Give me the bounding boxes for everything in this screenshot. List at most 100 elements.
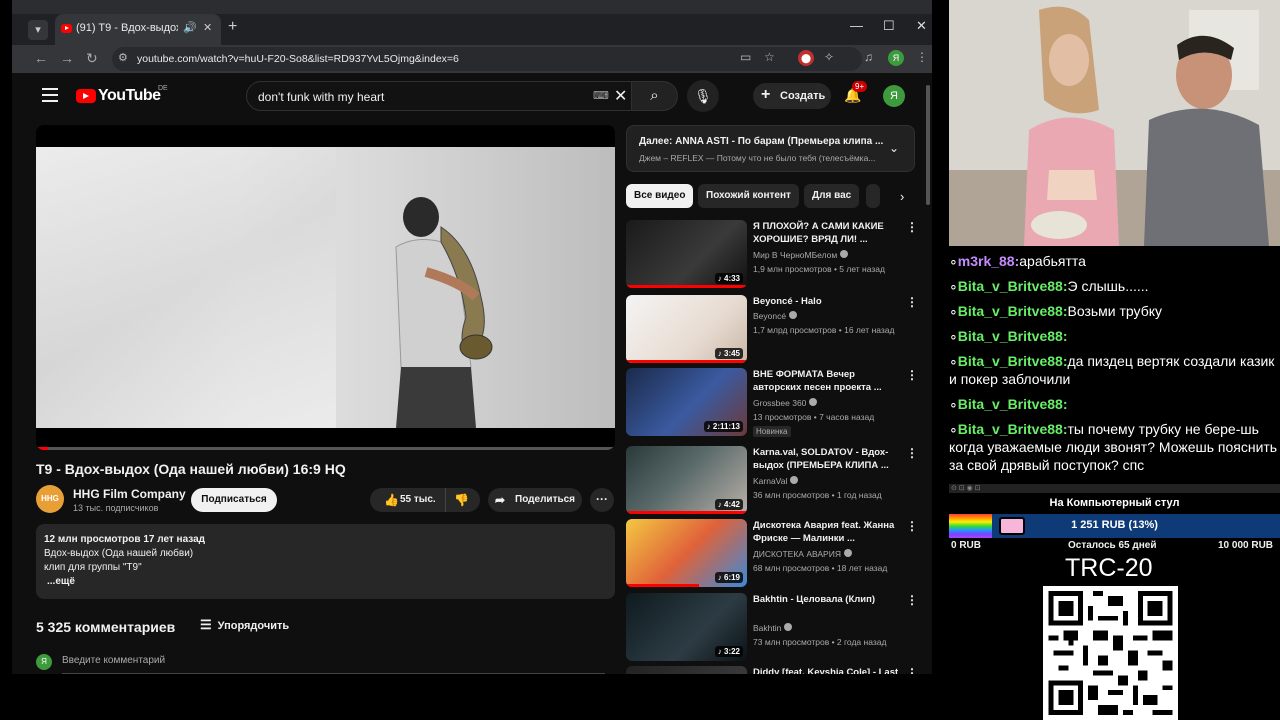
bookmark-star-icon[interactable]: ☆ xyxy=(764,50,775,64)
recommendation-channel[interactable]: ДИСКОТЕКА АВАРИЯ xyxy=(753,549,852,559)
account-avatar[interactable]: Я xyxy=(883,85,905,107)
recommendation-item[interactable]: ♪ 6:19 Дискотека Авария feat. Жанна Фриск… xyxy=(626,519,921,589)
sort-comments-button[interactable]: ☰ Упорядочить xyxy=(200,617,289,633)
forward-arrow-icon[interactable]: → xyxy=(60,50,74,66)
scrollbar[interactable] xyxy=(926,85,930,205)
chevron-right-icon[interactable]: › xyxy=(900,189,904,204)
recommendation-item[interactable]: ♪ 3:45 Beyoncé - Halo Beyoncé 1,7 млрд прос… xyxy=(626,295,921,365)
create-button[interactable]: + Создать xyxy=(753,83,831,109)
video-thumbnail[interactable]: ♪ 3:22 xyxy=(626,593,747,661)
recommendation-title[interactable]: Дискотека Авария feat. Жанна Фриске — Ма… xyxy=(753,519,903,545)
recommendation-title[interactable]: ВНЕ ФОРМАТА Вечер авторских песен проект… xyxy=(753,368,903,394)
maximize-button[interactable]: ☐ xyxy=(883,18,895,34)
video-thumbnail[interactable]: ♪ 3:45 xyxy=(626,295,747,363)
recommendation-item[interactable]: ♪ 2:11:13 ВНЕ ФОРМАТА Вечер авторских пес… xyxy=(626,368,921,438)
donation-amount: 1 251 RUB (13%) xyxy=(1071,519,1158,531)
comment-input[interactable]: Введите комментарий xyxy=(62,655,605,674)
more-options-icon[interactable]: ⋮ xyxy=(906,519,918,533)
like-button[interactable]: 👍 55 тыс. xyxy=(376,488,446,512)
browser-menu-icon[interactable]: ⋮ xyxy=(916,50,928,64)
chip-related[interactable]: Похожий контент xyxy=(698,184,799,208)
close-tab-icon[interactable]: ✕ xyxy=(203,21,212,34)
extension-icon[interactable]: ⬤ xyxy=(798,50,814,66)
recommendation-channel[interactable]: Grossbee 360 xyxy=(753,398,818,408)
video-thumbnail[interactable]: ♪ 4:42 xyxy=(626,446,747,514)
description-box[interactable]: 12 млн просмотров 17 лет назад Вдох-выдо… xyxy=(36,524,615,599)
video-progress-bar[interactable] xyxy=(36,447,615,450)
more-options-icon[interactable]: ⋮ xyxy=(906,368,918,382)
new-tab-button[interactable]: + xyxy=(228,18,237,36)
playlist-panel[interactable]: Далее: ANNA ASTI - По барам (Премьера кл… xyxy=(626,125,915,172)
chat-bullet-icon: ∘ xyxy=(949,303,958,319)
video-thumbnail[interactable] xyxy=(626,666,747,674)
more-options-icon[interactable]: ⋮ xyxy=(906,666,918,674)
subscribe-button[interactable]: Подписаться xyxy=(191,488,277,512)
hamburger-menu-icon[interactable] xyxy=(42,88,58,102)
video-player[interactable] xyxy=(36,125,615,450)
show-more-link[interactable]: ...ещё xyxy=(44,575,607,589)
back-arrow-icon[interactable]: ← xyxy=(34,50,48,66)
goal-min: 0 RUB xyxy=(951,540,982,551)
more-options-icon[interactable]: ⋮ xyxy=(906,593,918,607)
chip-for-you[interactable]: Для вас xyxy=(804,184,860,208)
chat-status-bar: ⊙ ⊡ ◉ ⊡ xyxy=(949,484,1280,493)
tab-search-button[interactable]: ▾ xyxy=(28,20,48,40)
video-thumbnail[interactable]: ♪ 6:19 xyxy=(626,519,747,587)
install-app-icon[interactable]: ▭ xyxy=(740,50,751,64)
verified-check-icon xyxy=(784,623,793,631)
video-thumbnail[interactable]: ♪ 4:33 xyxy=(626,220,747,288)
speaker-icon[interactable]: 🔊 xyxy=(183,21,197,34)
playlist-next-title: Далее: ANNA ASTI - По барам (Премьера кл… xyxy=(639,136,884,147)
more-actions-button[interactable]: ··· xyxy=(590,488,614,512)
keyboard-icon[interactable]: ⌨ xyxy=(593,89,609,102)
minimize-button[interactable]: — xyxy=(850,18,863,33)
more-options-icon[interactable]: ⋮ xyxy=(906,295,918,309)
extensions-puzzle-icon[interactable]: ✧ xyxy=(824,50,834,64)
close-window-button[interactable]: ✕ xyxy=(916,18,927,34)
video-frame[interactable] xyxy=(36,147,615,428)
recommendation-channel[interactable]: Bakhtin xyxy=(753,623,793,633)
channel-name[interactable]: HHG Film Company xyxy=(73,487,186,501)
share-arrow-icon: ➦ xyxy=(495,493,506,507)
recommendation-channel[interactable]: Мир В ЧерноМБелом xyxy=(753,250,849,260)
chevron-down-icon[interactable]: ⌄ xyxy=(889,141,899,155)
recommendation-title[interactable]: Beyoncé - Halo xyxy=(753,295,903,308)
recommendation-channel[interactable]: KarnaVal xyxy=(753,476,799,486)
recommendation-item[interactable]: ♪ 4:42 Karna.val, SOLDATOV - Вдох-выдох (… xyxy=(626,446,921,516)
chat-bullet-icon: ∘ xyxy=(949,353,958,369)
notifications-bell-icon[interactable]: 🔔 9+ xyxy=(844,81,868,104)
clear-search-icon[interactable]: ✕ xyxy=(614,86,627,106)
youtube-favicon-icon xyxy=(61,24,72,33)
donation-progress-bar: 1 251 RUB (13%) xyxy=(949,514,1280,538)
site-info-icon[interactable]: ⚙ xyxy=(118,51,128,64)
dislike-button[interactable]: 👎 xyxy=(454,488,469,512)
chat-bullet-icon: ∘ xyxy=(949,278,958,294)
more-options-icon[interactable]: ⋮ xyxy=(906,446,918,460)
channel-avatar[interactable]: HHG xyxy=(36,485,64,513)
chat-username: Bita_v_Britve88: xyxy=(957,278,1068,294)
recommendation-title[interactable]: Я ПЛОХОЙ? А САМИ КАКИЕ ХОРОШИЕ? ВРЯД ЛИ!… xyxy=(753,220,903,246)
browser-toolbar: ← → ↻ ⚙ youtube.com/watch?v=huU-F20-So8&… xyxy=(12,45,932,73)
search-input[interactable]: don't funk with my heart ⌨ ✕ xyxy=(246,81,632,111)
chip-partial[interactable] xyxy=(866,184,880,208)
recommendation-channel[interactable]: Beyoncé xyxy=(753,311,798,321)
recommendation-title[interactable]: Diddy [feat. Keyshia Cole] - Last ... xyxy=(753,666,903,674)
search-button[interactable]: ⌕ xyxy=(632,81,678,111)
recommendation-item[interactable]: ♪ 4:33 Я ПЛОХОЙ? А САМИ КАКИЕ ХОРОШИЕ? ВР… xyxy=(626,220,921,290)
browser-tab-youtube[interactable]: (91) T9 - Вдох-выдох (Ода 🔊 ✕ xyxy=(55,14,221,45)
share-button[interactable]: ➦ Поделиться xyxy=(488,488,582,512)
profile-avatar[interactable]: Я xyxy=(888,50,904,66)
search-query: don't funk with my heart xyxy=(258,90,385,104)
recommendation-item[interactable]: ♪ 3:22 Bakhtin - Целовала (Клип) Bakhtin 73… xyxy=(626,593,921,663)
reload-icon[interactable]: ↻ xyxy=(86,50,98,67)
video-duration: ♪ 4:33 xyxy=(714,273,743,284)
recommendation-title[interactable]: Bakhtin - Целовала (Клип) xyxy=(753,593,903,606)
more-options-icon[interactable]: ⋮ xyxy=(906,220,918,234)
media-control-icon[interactable]: ♫ xyxy=(864,50,873,64)
recommendation-item[interactable]: Diddy [feat. Keyshia Cole] - Last ...⋮ xyxy=(626,666,921,674)
voice-search-button[interactable]: 🎙 xyxy=(687,80,719,112)
video-thumbnail[interactable]: ♪ 2:11:13 xyxy=(626,368,747,436)
chip-all[interactable]: Все видео xyxy=(626,184,694,208)
watched-progress-bar xyxy=(626,360,747,363)
recommendation-title[interactable]: Karna.val, SOLDATOV - Вдох-выдох (ПРЕМЬЕ… xyxy=(753,446,903,472)
